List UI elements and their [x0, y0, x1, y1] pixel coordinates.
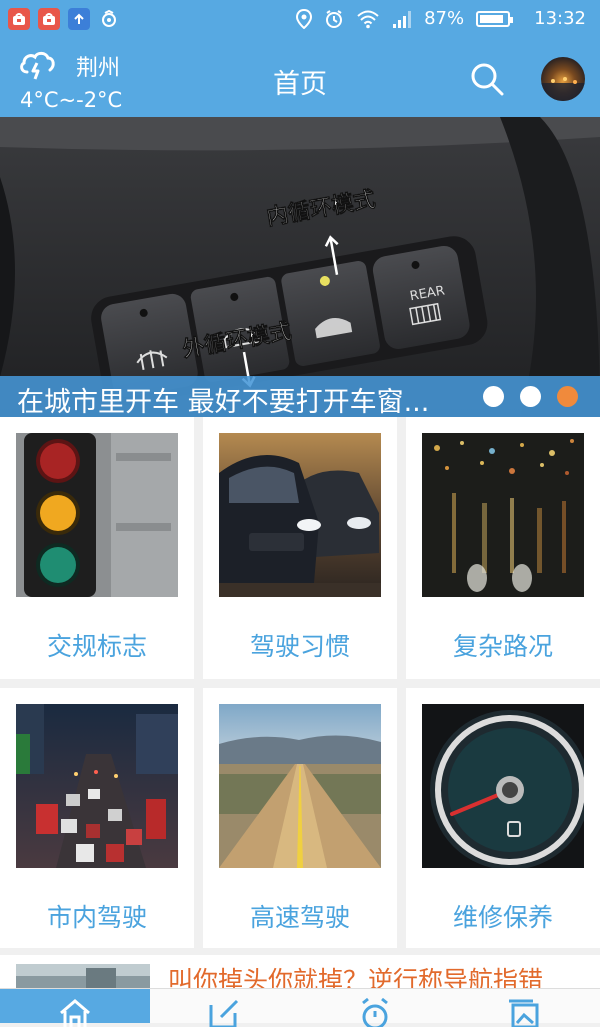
edit-icon: [209, 999, 239, 1027]
system-status: 87% 13:32: [296, 8, 586, 29]
banner-carousel[interactable]: REAR 内循环模式 外循环模式: [0, 117, 600, 417]
news-thumbnail: [16, 964, 150, 989]
carousel-dot[interactable]: [557, 386, 578, 407]
sync-icon: [98, 8, 120, 30]
home-icon: [60, 999, 90, 1027]
alarm-icon: [326, 9, 343, 28]
category-label: 驾驶习惯: [249, 632, 350, 661]
carousel-dot[interactable]: [483, 386, 504, 407]
wifi-icon: [357, 10, 379, 28]
category-tile-driving-habits[interactable]: 驾驶习惯: [203, 417, 397, 679]
city-traffic-photo: [16, 704, 178, 868]
traffic-light-photo: [16, 433, 178, 597]
battery-icon: [476, 10, 514, 27]
avatar[interactable]: [541, 57, 585, 101]
search-icon: [471, 63, 504, 96]
fuel-gauge-photo: [422, 704, 584, 868]
carousel-indicator: [483, 386, 578, 407]
news-list-item[interactable]: 叫你掉头你就掉？逆行称导航指错: [0, 955, 600, 989]
category-tile-maintenance[interactable]: 维修保养: [406, 688, 600, 948]
carousel-dot[interactable]: [520, 386, 541, 407]
category-tile-traffic-signs[interactable]: 交规标志: [0, 417, 194, 679]
status-bar: 87% 13:32: [0, 0, 600, 42]
clock: 13:32: [534, 8, 586, 29]
signal-icon: [393, 10, 412, 28]
banner-caption[interactable]: 在城市里开车 最好不要打开车窗...: [0, 376, 600, 418]
tab-alarm[interactable]: [300, 989, 450, 1027]
banner-caption-text: 在城市里开车 最好不要打开车窗...: [17, 387, 430, 418]
banner-image: REAR 内循环模式 外循环模式: [0, 117, 600, 417]
notification-icons: [8, 8, 120, 30]
news-title: 叫你掉头你就掉？逆行称导航指错: [168, 966, 544, 989]
tab-edit[interactable]: [150, 989, 300, 1027]
gallery-icon: [509, 999, 539, 1027]
location-icon: [296, 8, 313, 29]
category-label: 交规标志: [46, 632, 147, 661]
category-label: 复杂路况: [452, 632, 553, 661]
upload-icon: [68, 8, 90, 30]
tab-gallery[interactable]: [450, 989, 600, 1027]
battery-percent: 87%: [424, 8, 465, 29]
search-button[interactable]: [470, 62, 504, 100]
bottom-tab-bar: [0, 988, 600, 1027]
category-label: 维修保养: [452, 903, 553, 932]
category-label: 市内驾驶: [46, 903, 147, 932]
rainy-windshield-photo: [422, 433, 584, 597]
category-tile-complex-roads[interactable]: 复杂路况: [406, 417, 600, 679]
app-notification-icon: [8, 8, 30, 30]
cars-photo: [219, 433, 381, 597]
tab-home[interactable]: [0, 989, 150, 1027]
highway-photo: [219, 704, 381, 868]
app-notification-icon: [38, 8, 60, 30]
alarm-clock-icon: [362, 997, 388, 1027]
app-header: 荆州 4°C~-2°C 首页: [0, 42, 600, 117]
category-tile-city-driving[interactable]: 市内驾驶: [0, 688, 194, 948]
page-title: 首页: [273, 69, 327, 100]
category-label: 高速驾驶: [249, 903, 350, 932]
category-tile-highway-driving[interactable]: 高速驾驶: [203, 688, 397, 948]
